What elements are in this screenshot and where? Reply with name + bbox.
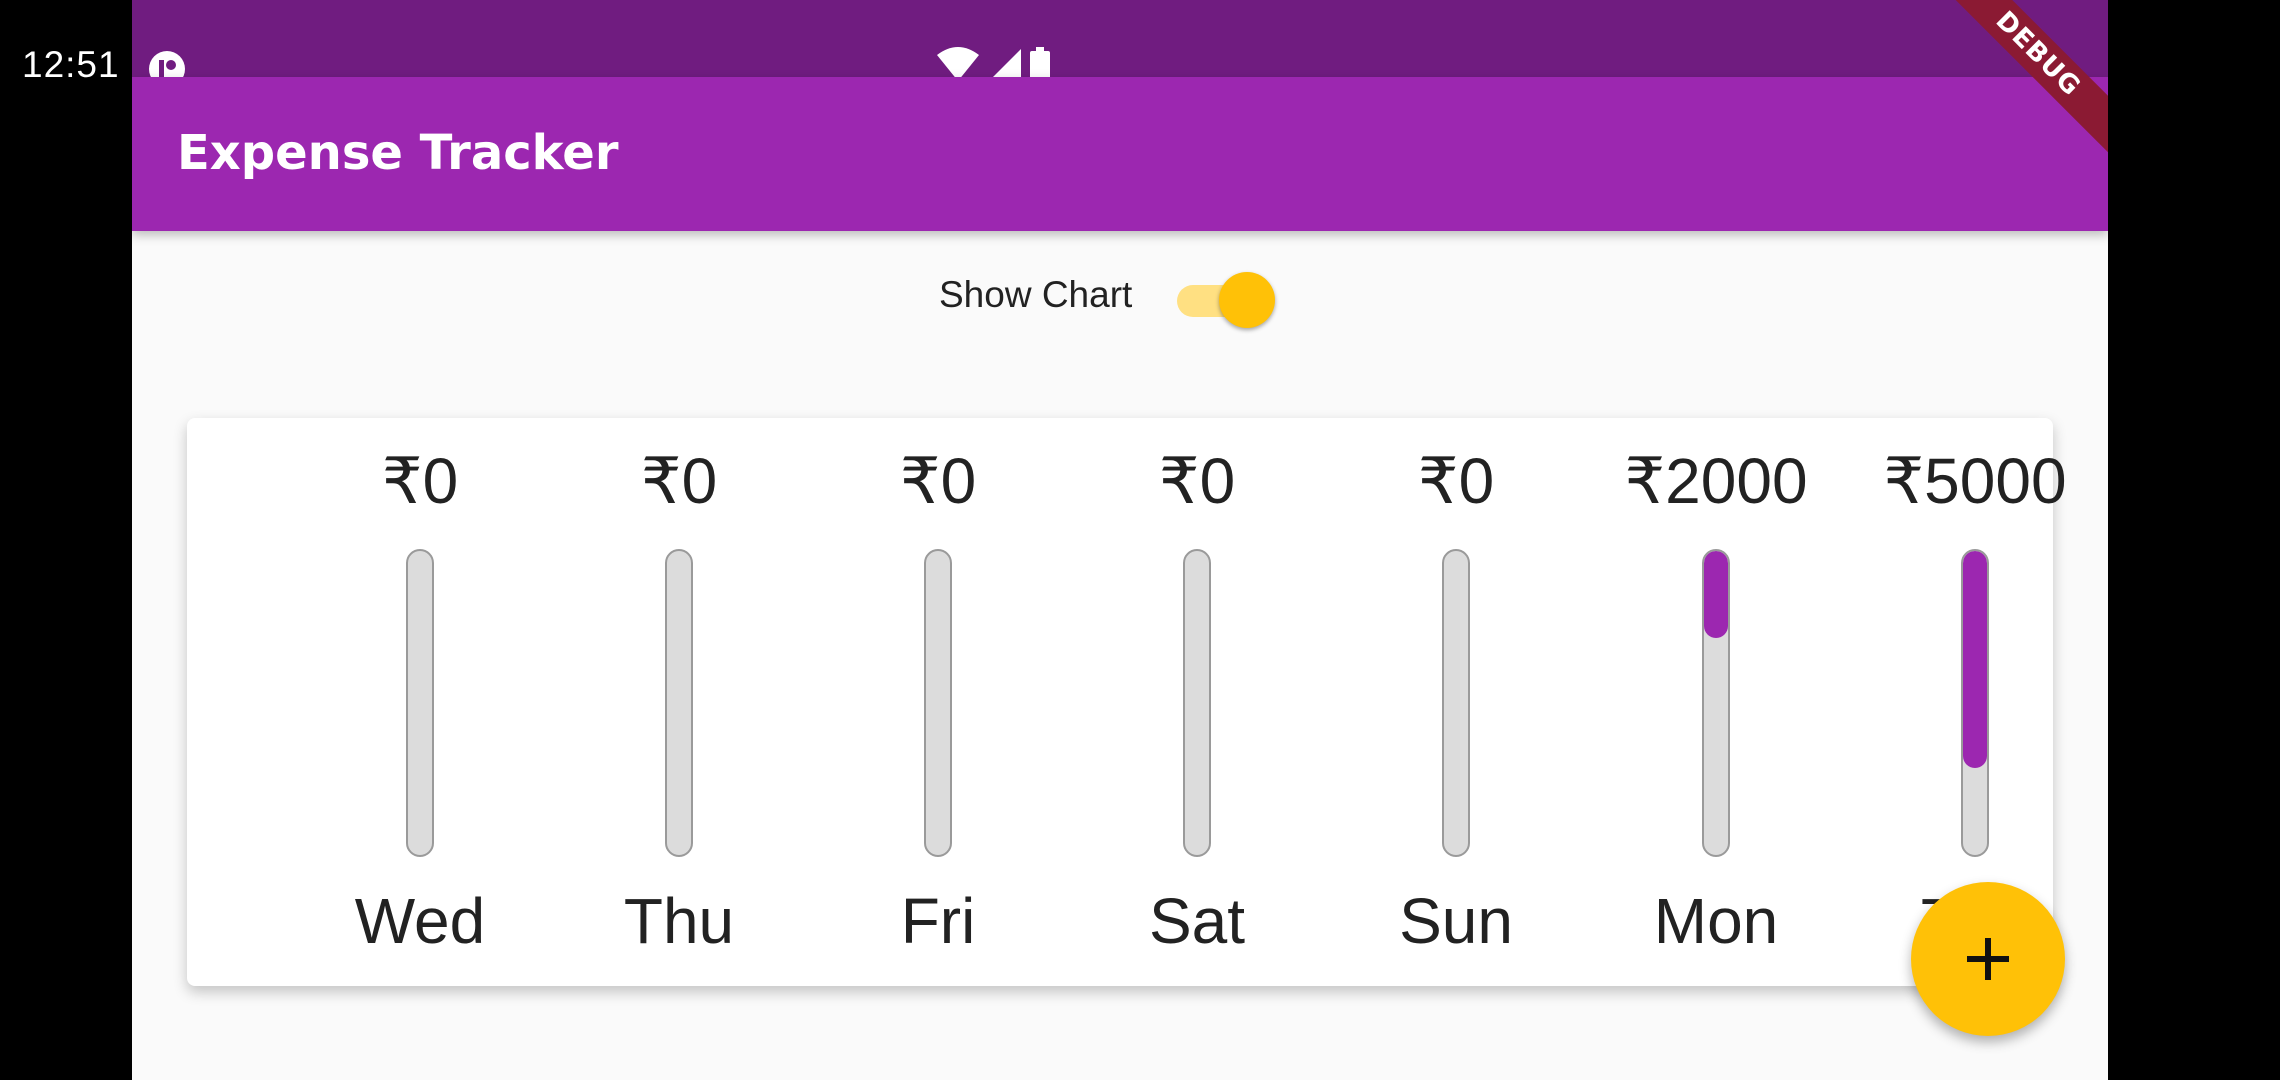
bar-fill — [1963, 551, 1987, 769]
chart-bar-mon: ₹2000 Mon — [1616, 418, 1816, 986]
switch-thumb — [1219, 272, 1275, 328]
chart-bar-fri: ₹0 Fri — [838, 418, 1038, 986]
bar-amount-label: ₹0 — [640, 445, 718, 517]
bar-track — [1961, 549, 1989, 857]
bar-track — [924, 549, 952, 857]
bar-day-label: Sun — [1399, 885, 1513, 957]
chart-bar-sun: ₹0 Sun — [1356, 418, 1556, 986]
status-time: 12:51 — [22, 44, 120, 85]
bar-amount-label: ₹0 — [1417, 445, 1495, 517]
bar-day-label: Mon — [1653, 885, 1779, 957]
bar-track — [1183, 549, 1211, 857]
show-chart-switch[interactable] — [1177, 272, 1277, 328]
status-bar — [132, 0, 2108, 87]
bar-track — [1442, 549, 1470, 857]
bar-track — [665, 549, 693, 857]
right-black-area — [2108, 0, 2280, 1080]
chart-bar-wed: ₹0 Wed — [320, 418, 520, 986]
bar-track — [1702, 549, 1730, 857]
add-expense-button[interactable] — [1911, 882, 2065, 1036]
bar-amount-label: ₹2000 — [1624, 445, 1808, 517]
show-chart-label: Show Chart — [939, 274, 1133, 315]
bar-day-label: Sat — [1148, 885, 1246, 957]
bar-amount-label: ₹0 — [381, 445, 459, 517]
bar-day-label: Thu — [623, 885, 735, 957]
add-icon — [1967, 938, 2009, 980]
bar-fill — [1704, 551, 1728, 638]
app-screen: Expense Tracker DEBUG Show Chart ₹0 Wed ₹0… — [132, 0, 2108, 1080]
app-title: Expense Tracker — [177, 125, 619, 181]
bar-day-label: Fri — [900, 885, 976, 957]
bar-amount-label: ₹0 — [1158, 445, 1236, 517]
weekly-chart-card: ₹0Wed₹0Thu₹0Fri₹0Sat₹0Sun₹2000Mon₹5000Tu… — [187, 418, 2067, 986]
app-bar: Expense Tracker — [132, 77, 2108, 231]
show-chart-row: Show Chart — [132, 268, 2108, 328]
left-black-area — [0, 0, 132, 1080]
bar-amount-label: ₹5000 — [1883, 445, 2067, 517]
bar-track — [406, 549, 434, 857]
chart-bar-thu: ₹0 Thu — [579, 418, 779, 986]
chart-bar-sat: ₹0 Sat — [1097, 418, 1297, 986]
bar-amount-label: ₹0 — [899, 445, 977, 517]
bar-day-label: Wed — [354, 885, 486, 957]
